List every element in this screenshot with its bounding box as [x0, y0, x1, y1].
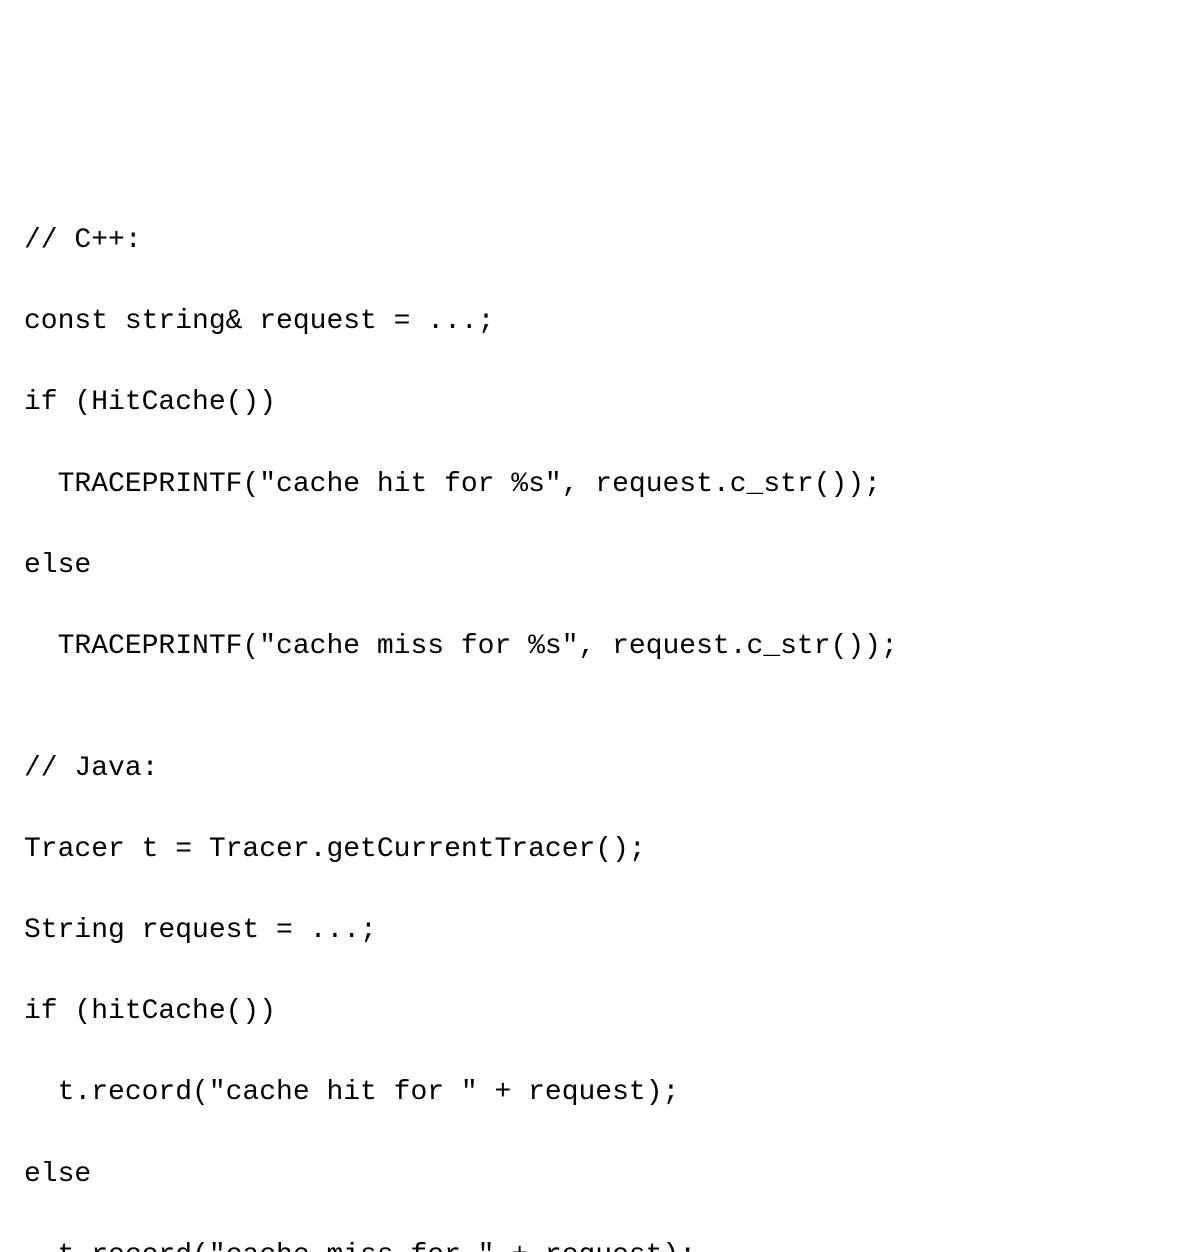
code-line: // C++:: [24, 221, 1162, 262]
code-line: t.record("cache hit for " + request);: [24, 1073, 1162, 1114]
code-line: const string& request = ...;: [24, 302, 1162, 343]
code-line: if (hitCache()): [24, 992, 1162, 1033]
code-line: if (HitCache()): [24, 383, 1162, 424]
code-line: TRACEPRINTF("cache hit for %s", request.…: [24, 465, 1162, 506]
code-line: TRACEPRINTF("cache miss for %s", request…: [24, 627, 1162, 668]
code-line: t.record("cache miss for " + request);: [24, 1236, 1162, 1252]
code-line: Tracer t = Tracer.getCurrentTracer();: [24, 830, 1162, 871]
code-line: String request = ...;: [24, 911, 1162, 952]
code-snippet: // C++: const string& request = ...; if …: [24, 180, 1162, 1252]
code-line: else: [24, 546, 1162, 587]
code-line: else: [24, 1155, 1162, 1196]
code-line: // Java:: [24, 749, 1162, 790]
